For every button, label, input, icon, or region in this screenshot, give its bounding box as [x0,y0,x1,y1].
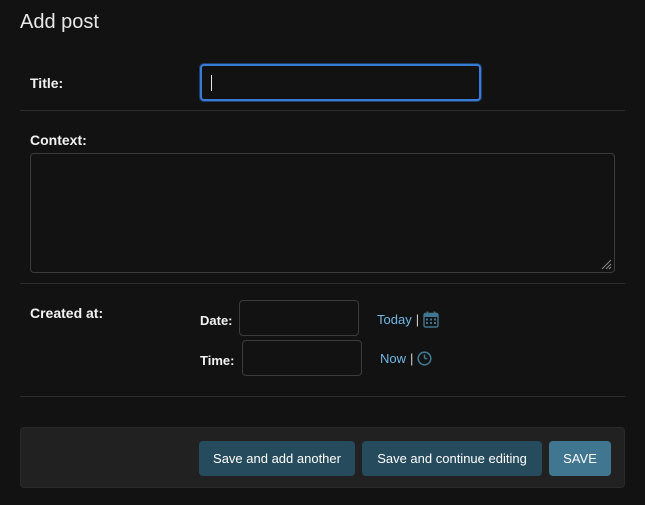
time-shortcuts: Now | [380,351,433,366]
separator: | [410,351,414,366]
date-label: Date: [200,313,233,328]
context-label: Context: [30,132,87,148]
save-button[interactable]: SAVE [549,441,611,476]
resize-grip-icon[interactable] [600,258,612,270]
title-label: Title: [30,75,64,91]
divider [20,110,625,111]
date-input[interactable] [239,300,359,336]
save-and-add-another-button[interactable]: Save and add another [199,441,355,476]
separator: | [415,312,420,327]
save-and-continue-button[interactable]: Save and continue editing [362,441,542,476]
time-input[interactable] [242,340,362,376]
page-title: Add post [20,11,99,33]
created-at-label: Created at: [30,305,104,321]
time-label: Time: [200,353,235,368]
divider [20,283,625,284]
text-caret [211,75,212,91]
calendar-icon[interactable] [423,311,439,328]
date-shortcuts: Today | [377,311,439,328]
title-input[interactable] [200,64,481,101]
submit-row: Save and add another Save and continue e… [20,427,625,488]
now-link[interactable]: Now [380,351,406,366]
today-link[interactable]: Today [377,312,412,327]
divider [20,396,625,397]
clock-icon[interactable] [417,351,433,366]
context-textarea[interactable] [30,153,615,273]
add-post-page: Add post Title: Context: Created at: Dat… [0,0,645,505]
